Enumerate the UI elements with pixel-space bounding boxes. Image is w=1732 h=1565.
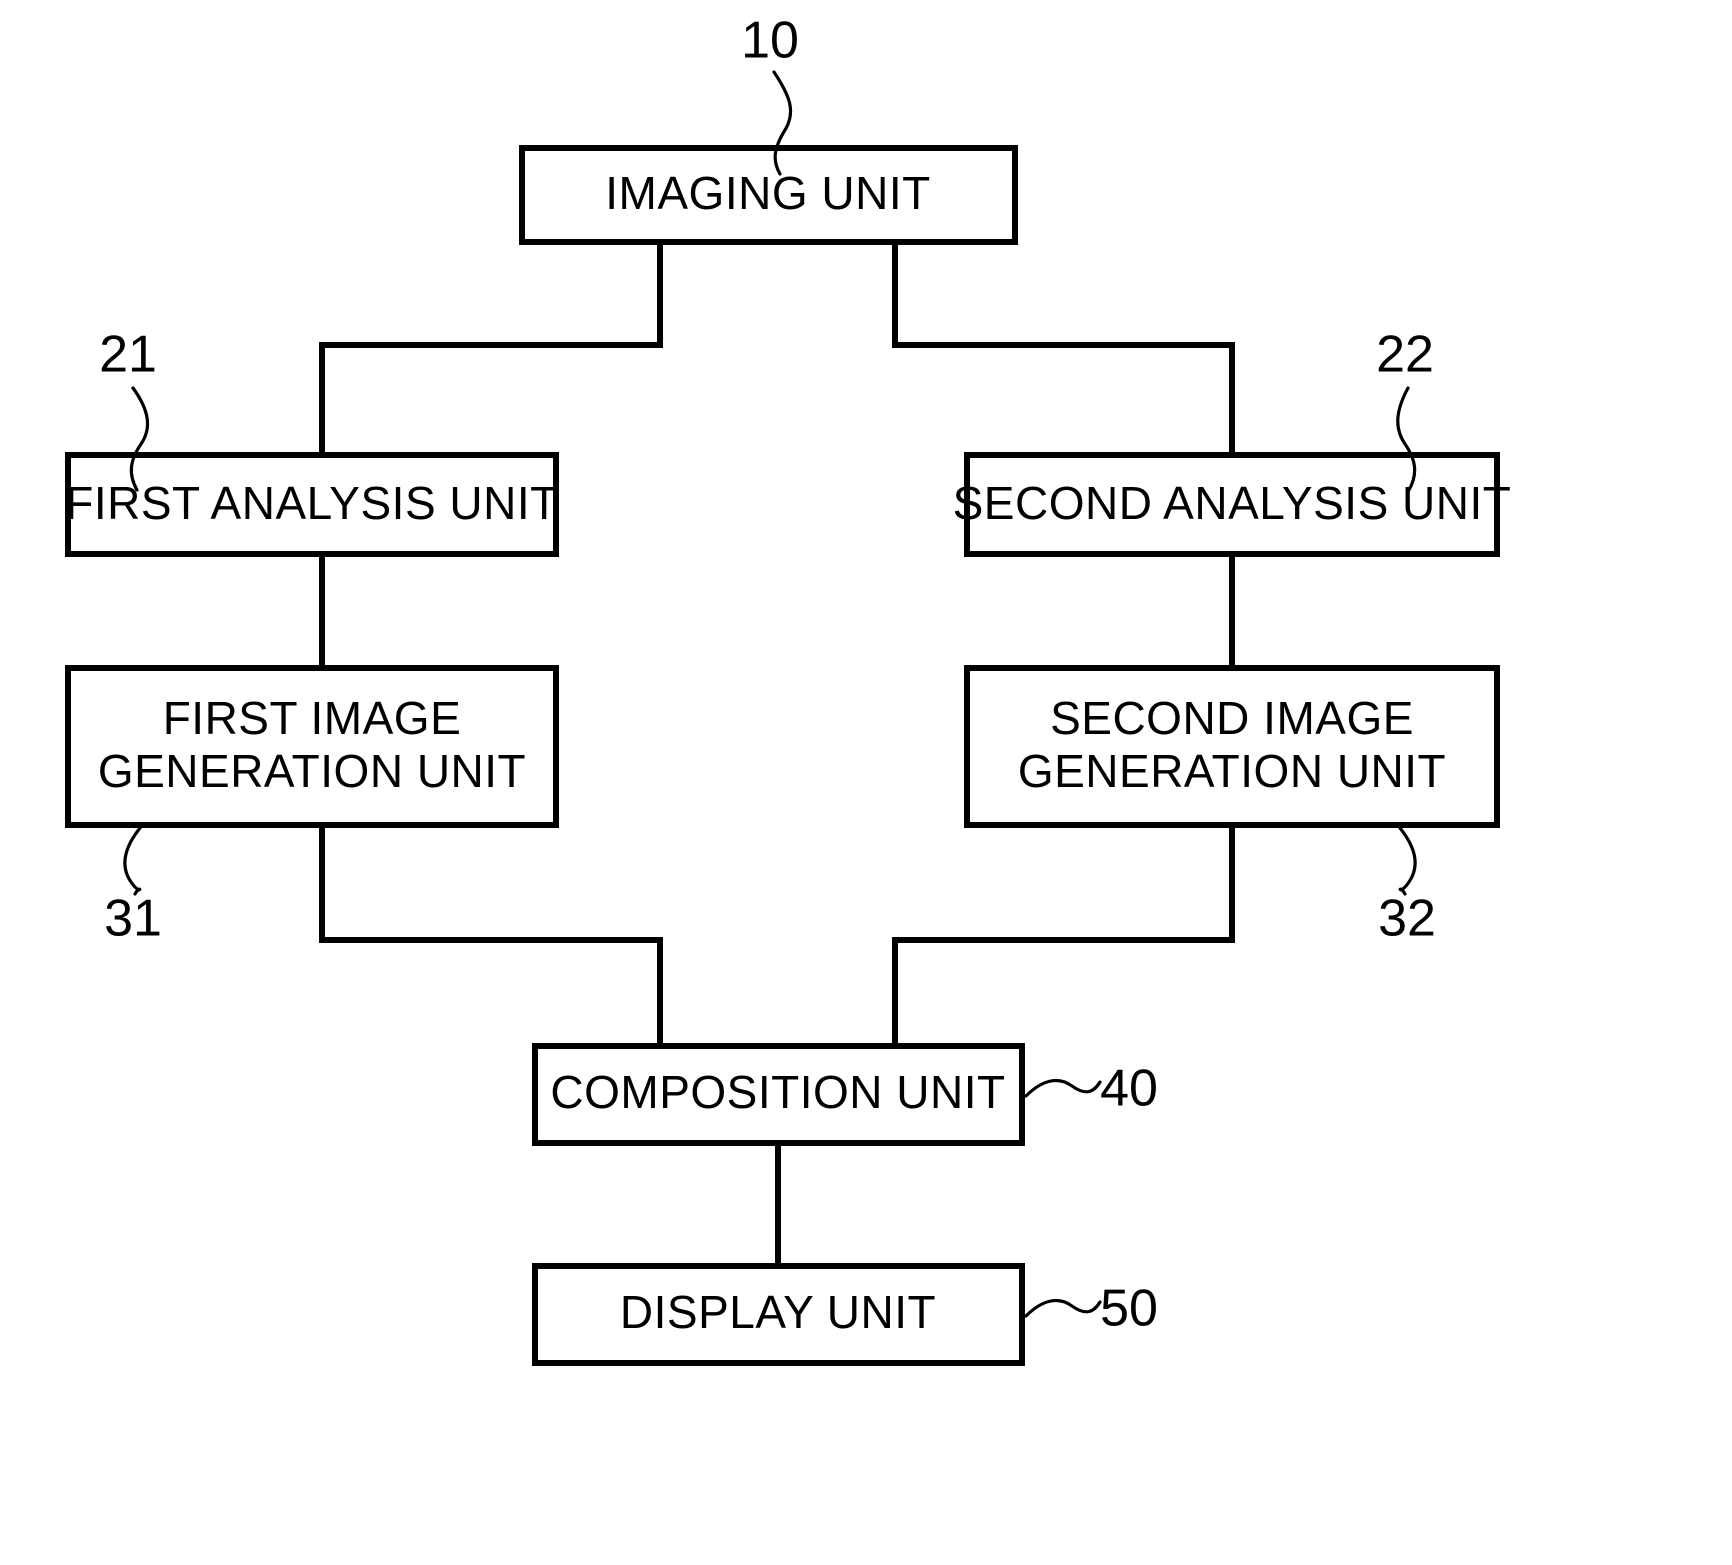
reference-numeral-31-leader [123,826,142,896]
reference-numeral-31-text: 31 [104,890,162,948]
block-first-image-generation-unit-label-line2: GENERATION UNIT [98,745,526,797]
reference-numeral-32-leader [1398,826,1417,896]
block-second-analysis-unit: SECOND ANALYSIS UNIT [953,452,1512,557]
reference-numeral-21-text: 21 [99,326,157,384]
block-second-analysis-unit-label: SECOND ANALYSIS UNIT [953,477,1512,529]
block-first-image-generation-unit: FIRST IMAGE GENERATION UNIT [65,665,559,828]
reference-numeral-40: 40 [1024,1060,1158,1118]
block-first-image-generation-unit-label-line1: FIRST IMAGE [163,692,462,744]
diagram-svg: IMAGING UNIT FIRST ANALYSIS UNIT SECOND … [65,12,1512,1366]
block-composition-unit: COMPOSITION UNIT [532,1043,1025,1146]
block-display-unit: DISPLAY UNIT [532,1263,1025,1366]
block-first-analysis-unit: FIRST ANALYSIS UNIT [65,452,559,557]
block-imaging-unit-label: IMAGING UNIT [605,167,930,219]
reference-numeral-31: 31 [104,826,162,948]
reference-numeral-40-text: 40 [1100,1060,1158,1118]
block-diagram-canvas: IMAGING UNIT FIRST ANALYSIS UNIT SECOND … [0,0,1732,1565]
reference-numeral-32: 32 [1378,826,1436,948]
connector-imaging-to-second-analysis [892,240,1235,458]
block-second-image-generation-unit-label-line2: GENERATION UNIT [1018,745,1446,797]
connector-second-image-generation-to-composition [892,822,1235,1046]
block-second-image-generation-unit-label-line1: SECOND IMAGE [1050,692,1414,744]
reference-numeral-32-text: 32 [1378,890,1436,948]
connector-first-image-generation-to-composition [319,822,663,1046]
reference-numeral-50-text: 50 [1100,1280,1158,1338]
reference-numeral-50: 50 [1024,1280,1158,1338]
block-imaging-unit: IMAGING UNIT [519,145,1018,245]
block-display-unit-label: DISPLAY UNIT [620,1286,936,1338]
block-composition-unit-label: COMPOSITION UNIT [550,1066,1005,1118]
reference-numeral-40-leader [1024,1078,1102,1098]
block-second-image-generation-unit: SECOND IMAGE GENERATION UNIT [964,665,1500,828]
block-first-analysis-unit-label: FIRST ANALYSIS UNIT [65,477,558,529]
reference-numeral-10-text: 10 [741,12,799,70]
reference-numeral-50-leader [1024,1298,1102,1318]
connector-imaging-to-first-analysis [319,240,663,458]
reference-numeral-22-text: 22 [1376,326,1434,384]
